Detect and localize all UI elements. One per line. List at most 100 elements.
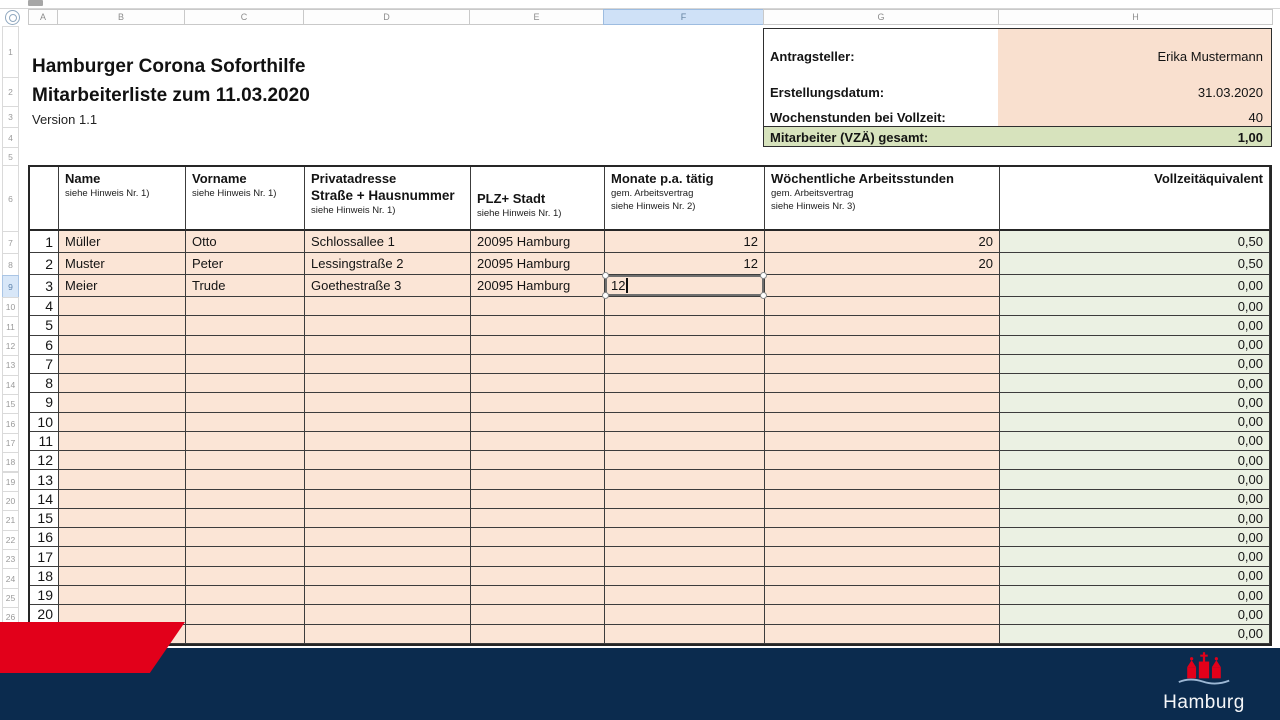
cell-plz-row15[interactable] <box>471 508 605 529</box>
cell-stunden-row16[interactable] <box>765 528 1000 548</box>
cell-vorname-row14[interactable] <box>186 489 305 509</box>
cell-vza-row18[interactable]: 0,00 <box>999 566 1270 586</box>
cell-stunden-row6[interactable] <box>765 335 1000 355</box>
row-header-10[interactable]: 10 <box>2 297 19 318</box>
header-cell-vorname[interactable]: Vorname siehe Hinweis Nr. 1) <box>186 167 305 231</box>
cell-vza-row4[interactable]: 0,00 <box>999 297 1270 317</box>
cell-n-row18[interactable]: 18 <box>30 566 59 586</box>
cell-vorname-row8[interactable] <box>186 374 305 394</box>
cell-plz-row19[interactable] <box>471 585 605 606</box>
cell-n-row3[interactable]: 3 <box>30 275 59 297</box>
cell-plz-row9[interactable] <box>471 393 605 413</box>
erstellungsdatum-value[interactable]: 31.03.2020 <box>1198 85 1271 100</box>
header-cell-vollzeitaequivalent[interactable]: Vollzeitäquivalent <box>1000 167 1270 231</box>
column-header-c[interactable]: C <box>184 9 304 25</box>
row-header-3[interactable]: 3 <box>2 106 19 128</box>
row-header-11[interactable]: 11 <box>2 316 19 337</box>
row-header-7[interactable]: 7 <box>2 231 19 254</box>
active-edit-cell[interactable]: 12 <box>602 272 767 299</box>
row-header-22[interactable]: 22 <box>2 529 19 551</box>
row-header-13[interactable]: 13 <box>2 355 19 376</box>
cell-name-row13[interactable] <box>59 470 186 490</box>
cell-n-row12[interactable]: 12 <box>30 451 59 471</box>
cell-n-row8[interactable]: 8 <box>30 374 59 394</box>
column-header-f[interactable]: F <box>603 9 764 25</box>
cell-adresse-row18[interactable] <box>305 566 471 586</box>
cell-adresse-row15[interactable] <box>305 508 471 529</box>
cell-vorname-row6[interactable] <box>186 335 305 355</box>
header-cell-monate[interactable]: Monate p.a. tätig gem. Arbeitsvertrag si… <box>605 167 765 231</box>
cell-vorname-row10[interactable] <box>186 412 305 432</box>
column-header-b[interactable]: B <box>57 9 185 25</box>
cell-plz-row16[interactable] <box>471 528 605 548</box>
cell-name-row2[interactable]: Muster <box>59 253 186 275</box>
cell-vza-row20[interactable]: 0,00 <box>999 605 1270 625</box>
cell-adresse-row2[interactable]: Lessingstraße 2 <box>305 253 471 275</box>
cell-plz-row20[interactable] <box>471 605 605 625</box>
info-row-wochenstunden[interactable]: Wochenstunden bei Vollzeit: 40 <box>764 107 1271 127</box>
cell-vorname-row19[interactable] <box>186 585 305 606</box>
cell-monate-row9[interactable] <box>605 393 765 413</box>
cell-monate-row10[interactable] <box>605 412 765 432</box>
row-header-16[interactable]: 16 <box>2 413 19 434</box>
cell-adresse-row7[interactable] <box>305 354 471 375</box>
cell-monate-row12[interactable] <box>605 451 765 471</box>
cell-vza-row11[interactable]: 0,00 <box>999 431 1270 452</box>
cell-plz-row10[interactable] <box>471 412 605 432</box>
cell-name-row15[interactable] <box>59 508 186 529</box>
header-cell-privatadresse[interactable]: Privatadresse Straße + Hausnummer siehe … <box>305 167 471 231</box>
cell-stunden-row8[interactable] <box>765 374 1000 394</box>
cell-name-row5[interactable] <box>59 316 186 336</box>
cell-vza-row3[interactable]: 0,00 <box>999 275 1270 297</box>
cell-vorname-row17[interactable] <box>186 547 305 567</box>
cell-vza-row10[interactable]: 0,00 <box>999 412 1270 432</box>
cell-monate-row17[interactable] <box>605 547 765 567</box>
cell-n-row19[interactable]: 19 <box>30 585 59 606</box>
cell-stunden-row15[interactable] <box>765 508 1000 529</box>
cell-monate-row16[interactable] <box>605 528 765 548</box>
cell-stunden-row13[interactable] <box>765 470 1000 490</box>
cell-plz-row3[interactable]: 20095 Hamburg <box>471 275 605 297</box>
cell-plz-row4[interactable] <box>471 297 605 317</box>
row-header-17[interactable]: 17 <box>2 432 19 454</box>
cell-stunden-row2[interactable]: 20 <box>765 253 1000 275</box>
cell-vorname-row13[interactable] <box>186 470 305 490</box>
cell-monate-row13[interactable] <box>605 470 765 490</box>
cell-stunden-row12[interactable] <box>765 451 1000 471</box>
cell-monate-row6[interactable] <box>605 335 765 355</box>
cell-name-row1[interactable]: Müller <box>59 231 186 253</box>
cell-name-row19[interactable] <box>59 585 186 606</box>
info-row-erstellungsdatum[interactable]: Erstellungsdatum: 31.03.2020 <box>764 82 1271 102</box>
cell-plz-row6[interactable] <box>471 335 605 355</box>
cell-n-row15[interactable]: 15 <box>30 508 59 529</box>
cell-adresse-row17[interactable] <box>305 547 471 567</box>
cell-n-row13[interactable]: 13 <box>30 470 59 490</box>
cell-vorname-row7[interactable] <box>186 354 305 375</box>
cell-vza-row17[interactable]: 0,00 <box>999 547 1270 567</box>
cell-vorname-row16[interactable] <box>186 528 305 548</box>
cell-name-row3[interactable]: Meier <box>59 275 186 297</box>
cell-monate-row19[interactable] <box>605 585 765 606</box>
row-header-5[interactable]: 5 <box>2 147 19 166</box>
cell-plz-row17[interactable] <box>471 547 605 567</box>
cell-monate-row5[interactable] <box>605 316 765 336</box>
row-header-21[interactable]: 21 <box>2 510 19 531</box>
row-header-12[interactable]: 12 <box>2 335 19 357</box>
cell-monate-row21[interactable] <box>605 624 765 644</box>
column-header-a[interactable]: A <box>28 9 58 25</box>
row-header-9[interactable]: 9 <box>2 275 19 298</box>
cell-stunden-row14[interactable] <box>765 489 1000 509</box>
cell-n-row6[interactable]: 6 <box>30 335 59 355</box>
cell-vza-row14[interactable]: 0,00 <box>999 489 1270 509</box>
cell-plz-row8[interactable] <box>471 374 605 394</box>
cell-n-row11[interactable]: 11 <box>30 431 59 452</box>
cell-adresse-row20[interactable] <box>305 605 471 625</box>
cell-stunden-row10[interactable] <box>765 412 1000 432</box>
cell-monate-row15[interactable] <box>605 508 765 529</box>
cell-plz-row11[interactable] <box>471 431 605 452</box>
cell-stunden-row18[interactable] <box>765 566 1000 586</box>
cell-vorname-row1[interactable]: Otto <box>186 231 305 253</box>
cell-n-row17[interactable]: 17 <box>30 547 59 567</box>
cell-vza-row16[interactable]: 0,00 <box>999 528 1270 548</box>
cell-n-row20[interactable]: 20 <box>30 605 59 625</box>
